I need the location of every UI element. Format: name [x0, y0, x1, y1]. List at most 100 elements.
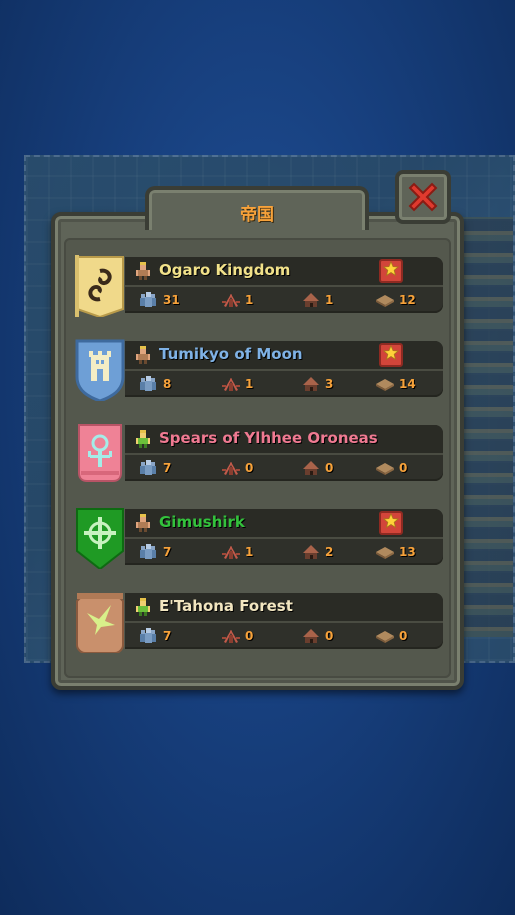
- army-icon: [221, 459, 241, 477]
- population-stat: 7: [139, 626, 171, 646]
- army-icon: [221, 543, 241, 561]
- zones-value: 14: [399, 377, 416, 391]
- army-value: 0: [245, 629, 254, 643]
- army-stat: 1: [221, 374, 253, 394]
- kingdom-info-panel: Spears of Ylhhee Oroneas 7 0 0 0: [125, 425, 443, 481]
- population-stat: 8: [139, 374, 171, 394]
- villages-stat: 3: [301, 374, 333, 394]
- villages-stat: 1: [301, 290, 333, 310]
- army-icon: [221, 627, 241, 645]
- population-value: 8: [163, 377, 172, 391]
- zones-value: 0: [399, 461, 408, 475]
- village-icon: [301, 375, 321, 393]
- king-icon: [135, 261, 151, 281]
- villages-value: 1: [325, 293, 334, 307]
- population-icon: [139, 543, 159, 561]
- population-icon: [139, 291, 159, 309]
- kingdom-banner[interactable]: [75, 591, 125, 654]
- zones-stat: 14: [375, 374, 416, 394]
- window-title: 帝国: [240, 205, 274, 225]
- zones-value: 12: [399, 293, 416, 307]
- zones-stat: 0: [375, 626, 407, 646]
- kingdom-info-panel: Ogaro Kingdom 31 1 1 12: [125, 257, 443, 313]
- zones-value: 0: [399, 629, 408, 643]
- zones-icon: [375, 543, 395, 561]
- villages-value: 2: [325, 545, 334, 559]
- kingdom-info-panel: Tumikyo of Moon 8 1 3 14: [125, 341, 443, 397]
- population-stat: 31: [139, 290, 180, 310]
- army-value: 1: [245, 545, 254, 559]
- close-button[interactable]: [395, 170, 451, 224]
- row-divider: [125, 621, 443, 623]
- window-title-tab: 帝国: [145, 186, 369, 230]
- bird-icon: [75, 593, 125, 657]
- villages-stat: 0: [301, 458, 333, 478]
- population-stat: 7: [139, 458, 171, 478]
- zones-icon: [375, 627, 395, 645]
- star-icon: [382, 260, 400, 281]
- kingdom-row[interactable]: E'Tahona Forest 7 0 0 0: [75, 591, 443, 654]
- tree-icon: [75, 424, 125, 489]
- kingdom-row[interactable]: Tumikyo of Moon 8 1 3 14: [75, 339, 443, 403]
- kingdom-name[interactable]: Gimushirk: [159, 513, 245, 531]
- village-icon: [301, 459, 321, 477]
- population-value: 31: [163, 293, 180, 307]
- favorite-star-button[interactable]: [379, 511, 403, 535]
- army-stat: 0: [221, 458, 253, 478]
- army-value: 1: [245, 293, 254, 307]
- population-stat: 7: [139, 542, 171, 562]
- kingdom-name[interactable]: Ogaro Kingdom: [159, 261, 290, 279]
- kingdom-banner[interactable]: [75, 423, 125, 485]
- close-x-icon: [408, 182, 438, 212]
- king-icon: [135, 345, 151, 365]
- favorite-star-button[interactable]: [379, 259, 403, 283]
- army-icon: [221, 375, 241, 393]
- army-value: 0: [245, 461, 254, 475]
- swirl-icon: [75, 255, 125, 321]
- row-divider: [125, 369, 443, 371]
- elf-king-icon: [135, 597, 151, 617]
- row-divider: [125, 453, 443, 455]
- population-value: 7: [163, 461, 172, 475]
- kingdom-info-panel: E'Tahona Forest 7 0 0 0: [125, 593, 443, 649]
- kingdom-banner[interactable]: [75, 339, 125, 403]
- village-icon: [301, 627, 321, 645]
- zones-stat: 0: [375, 458, 407, 478]
- population-icon: [139, 375, 159, 393]
- star-icon: [382, 344, 400, 365]
- kingdom-row[interactable]: Spears of Ylhhee Oroneas 7 0 0 0: [75, 423, 443, 485]
- villages-value: 0: [325, 629, 334, 643]
- population-value: 7: [163, 545, 172, 559]
- king-icon: [135, 513, 151, 533]
- kingdom-banner[interactable]: [75, 507, 125, 571]
- zones-stat: 12: [375, 290, 416, 310]
- army-stat: 0: [221, 626, 253, 646]
- favorite-star-button[interactable]: [379, 343, 403, 367]
- villages-stat: 2: [301, 542, 333, 562]
- kingdom-row[interactable]: Gimushirk 7 1 2 13: [75, 507, 443, 571]
- army-stat: 1: [221, 542, 253, 562]
- zones-value: 13: [399, 545, 416, 559]
- population-icon: [139, 627, 159, 645]
- row-divider: [125, 285, 443, 287]
- tower-icon: [75, 339, 125, 405]
- kingdom-banner[interactable]: [75, 255, 125, 319]
- population-value: 7: [163, 629, 172, 643]
- row-divider: [125, 537, 443, 539]
- zones-icon: [375, 291, 395, 309]
- zones-stat: 13: [375, 542, 416, 562]
- star-icon: [382, 512, 400, 533]
- village-icon: [301, 543, 321, 561]
- army-value: 1: [245, 377, 254, 391]
- kingdom-name[interactable]: E'Tahona Forest: [159, 597, 293, 615]
- kingdom-name[interactable]: Tumikyo of Moon: [159, 345, 303, 363]
- kingdom-row[interactable]: Ogaro Kingdom 31 1 1 12: [75, 255, 443, 319]
- kingdom-info-panel: Gimushirk 7 1 2 13: [125, 509, 443, 565]
- villages-value: 3: [325, 377, 334, 391]
- villages-stat: 0: [301, 626, 333, 646]
- village-icon: [301, 291, 321, 309]
- elf-king-icon: [135, 429, 151, 449]
- villages-value: 0: [325, 461, 334, 475]
- army-stat: 1: [221, 290, 253, 310]
- kingdom-name[interactable]: Spears of Ylhhee Oroneas: [159, 429, 378, 447]
